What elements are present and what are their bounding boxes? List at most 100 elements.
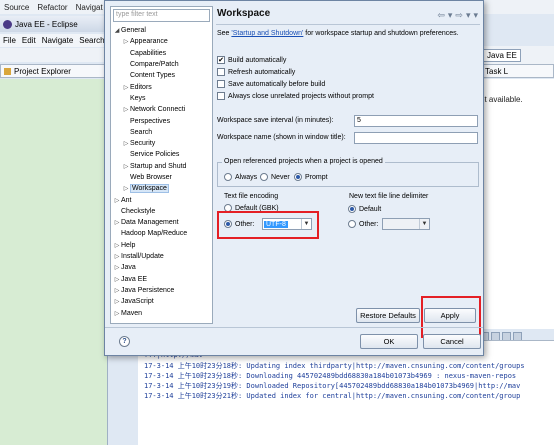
- open-ref-never-option[interactable]: Never: [260, 173, 290, 181]
- tree-item[interactable]: ▷ Security: [111, 138, 212, 149]
- back-dropdown-icon[interactable]: ▾: [448, 10, 453, 21]
- menu-navigate-2[interactable]: Navigate: [42, 36, 74, 45]
- collapsed-arrow-icon[interactable]: ▷: [122, 185, 130, 192]
- tab-task-list[interactable]: Task L: [480, 64, 554, 78]
- menu-navigate[interactable]: Navigat: [76, 3, 103, 12]
- delimiter-combo[interactable]: ▼: [382, 218, 430, 230]
- back-arrow-icon[interactable]: ⇦: [437, 10, 445, 21]
- eclipse-titlebar: Java EE - Eclipse: [0, 16, 108, 32]
- preferences-tree-panel: type filter text ◢ General ▷ Appearance Capa…: [110, 6, 213, 324]
- collapsed-arrow-icon[interactable]: ▷: [122, 140, 130, 147]
- build-automatically-row[interactable]: ✔ Build automatically: [217, 56, 286, 64]
- tree-item[interactable]: Hadoop Map/Reduce: [111, 228, 212, 239]
- menu-file[interactable]: File: [3, 36, 16, 45]
- refresh-automatically-row[interactable]: Refresh automatically: [217, 68, 295, 76]
- tree-item-label: Service Policies: [130, 151, 180, 159]
- ok-button[interactable]: OK: [360, 334, 418, 349]
- tree-item[interactable]: Web Browser: [111, 172, 212, 183]
- tree-item[interactable]: ▷ Network Connecti: [111, 104, 212, 115]
- collapsed-arrow-icon[interactable]: ▷: [113, 219, 121, 226]
- expanded-arrow-icon[interactable]: ◢: [113, 27, 121, 34]
- filter-input[interactable]: type filter text: [113, 9, 210, 22]
- page-menu-icon[interactable]: ▾: [473, 10, 478, 21]
- cancel-button[interactable]: Cancel: [423, 334, 481, 349]
- console-line: 17-3-14 上午10时23分18秒: Updating index thir…: [144, 362, 525, 370]
- collapsed-arrow-icon[interactable]: ▷: [113, 253, 121, 260]
- workspace-name-input[interactable]: [354, 132, 478, 144]
- refresh-automatically-checkbox[interactable]: [217, 68, 225, 76]
- tree-item[interactable]: ▷ Install/Update: [111, 251, 212, 262]
- tree-item[interactable]: ▷ Java EE: [111, 274, 212, 285]
- collapsed-arrow-icon[interactable]: ▷: [122, 163, 130, 170]
- tree-item-label: Java Persistence: [121, 286, 175, 294]
- collapsed-arrow-icon[interactable]: ▷: [113, 276, 121, 283]
- tab-project-explorer[interactable]: Project Explorer: [0, 64, 108, 78]
- save-automatically-checkbox[interactable]: [217, 80, 225, 88]
- collapsed-arrow-icon[interactable]: ▷: [113, 310, 121, 317]
- open-ref-always-option[interactable]: Always: [224, 173, 257, 181]
- always-close-row[interactable]: Always close unrelated projects without …: [217, 92, 374, 100]
- collapsed-arrow-icon[interactable]: ▷: [113, 298, 121, 305]
- tree-item[interactable]: ▷ Maven: [111, 307, 212, 318]
- collapsed-arrow-icon[interactable]: ▷: [113, 287, 121, 294]
- tree-item[interactable]: Content Types: [111, 70, 212, 81]
- tree-item[interactable]: Capabilities: [111, 48, 212, 59]
- tree-item[interactable]: ▷ Java: [111, 262, 212, 273]
- tree-item[interactable]: ▷ Startup and Shutd: [111, 161, 212, 172]
- tree-item[interactable]: ◢ General: [111, 25, 212, 36]
- perspective-java-ee-button[interactable]: Java EE: [483, 48, 521, 62]
- tree-item[interactable]: ▷ Ant: [111, 194, 212, 205]
- tree-item[interactable]: ▷ Java Persistence: [111, 285, 212, 296]
- tree-item[interactable]: ▷ Help: [111, 240, 212, 251]
- save-interval-input[interactable]: 5: [354, 115, 478, 127]
- project-explorer-pane[interactable]: [0, 79, 108, 445]
- annotation-apply-box: [421, 296, 481, 338]
- tree-item[interactable]: Checkstyle: [111, 206, 212, 217]
- tree-item[interactable]: Service Policies: [111, 149, 212, 160]
- menu-edit[interactable]: Edit: [22, 36, 36, 45]
- open-referenced-label: Open referenced projects when a project …: [222, 158, 385, 165]
- collapsed-arrow-icon[interactable]: ▷: [122, 84, 130, 91]
- help-icon[interactable]: ?: [119, 336, 130, 347]
- tree-item[interactable]: Perspectives: [111, 115, 212, 126]
- collapsed-arrow-icon[interactable]: ▷: [113, 264, 121, 271]
- tree-item-label: Install/Update: [121, 253, 164, 261]
- delimiter-default-option[interactable]: Default: [348, 205, 381, 213]
- tree-item[interactable]: ▷ Workspace: [111, 183, 212, 194]
- delimiter-other-option[interactable]: Other:: [348, 220, 378, 228]
- restore-defaults-button[interactable]: Restore Defaults: [356, 308, 420, 323]
- collapsed-arrow-icon[interactable]: ▷: [113, 197, 121, 204]
- forward-arrow-icon[interactable]: ⇨: [455, 10, 463, 21]
- chevron-down-icon[interactable]: ▼: [419, 219, 429, 229]
- menu-refactor[interactable]: Refactor: [37, 3, 67, 12]
- menu-search[interactable]: Search: [79, 36, 104, 45]
- delimiter-default-radio[interactable]: [348, 205, 356, 213]
- tree-item[interactable]: Compare/Patch: [111, 59, 212, 70]
- always-close-checkbox[interactable]: [217, 92, 225, 100]
- tree-item[interactable]: Keys: [111, 93, 212, 104]
- console-line: 17-3-14 上午10时23分21秒: Updated index for c…: [144, 392, 521, 400]
- open-ref-prompt-radio[interactable]: [294, 173, 302, 181]
- tree-item[interactable]: ▷ Appearance: [111, 36, 212, 47]
- open-ref-always-radio[interactable]: [224, 173, 232, 181]
- workspace-name-label: Workspace name (shown in window title):: [217, 134, 346, 141]
- tree-item[interactable]: Search: [111, 127, 212, 138]
- build-automatically-checkbox[interactable]: ✔: [217, 56, 225, 64]
- delimiter-other-radio[interactable]: [348, 220, 356, 228]
- startup-shutdown-link[interactable]: 'Startup and Shutdown': [231, 30, 303, 37]
- tree-item[interactable]: ▷ Data Management: [111, 217, 212, 228]
- forward-dropdown-icon[interactable]: ▾: [466, 10, 471, 21]
- collapsed-arrow-icon[interactable]: ▷: [122, 106, 130, 113]
- tree-item[interactable]: ▷ Editors: [111, 81, 212, 92]
- collapsed-arrow-icon[interactable]: ▷: [113, 242, 121, 249]
- open-ref-prompt-option[interactable]: Prompt: [294, 173, 328, 181]
- menu-source[interactable]: Source: [4, 3, 29, 12]
- eclipse-menu: File Edit Navigate Search: [0, 34, 108, 47]
- open-ref-always-label: Always: [235, 173, 258, 181]
- save-automatically-row[interactable]: Save automatically before build: [217, 80, 325, 88]
- page-nav: ⇦ ▾ ⇨ ▾ ▾: [437, 10, 478, 21]
- tree-item[interactable]: ▷ JavaScript: [111, 296, 212, 307]
- open-ref-never-radio[interactable]: [260, 173, 268, 181]
- tree-item-label: Compare/Patch: [130, 61, 179, 69]
- collapsed-arrow-icon[interactable]: ▷: [122, 38, 130, 45]
